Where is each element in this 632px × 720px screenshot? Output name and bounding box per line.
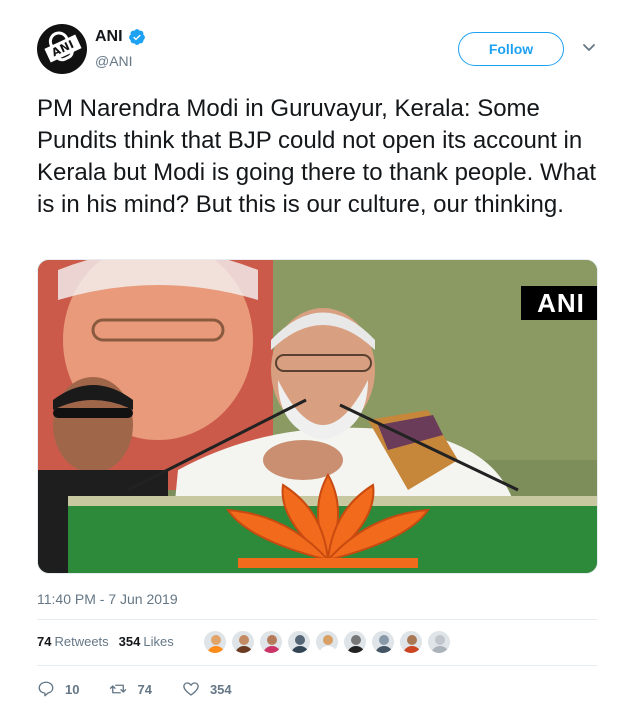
retweet-count: 74 [137, 681, 152, 697]
liker-avatar[interactable] [315, 630, 339, 654]
chevron-down-icon[interactable] [582, 40, 596, 54]
liker-avatar[interactable] [343, 630, 367, 654]
retweets-stat-label: Retweets [54, 634, 109, 649]
media-watermark: ANI [521, 286, 597, 320]
retweets-stat[interactable]: 74 Retweets [37, 634, 109, 649]
liker-avatars [203, 630, 455, 654]
tweet-timestamp[interactable]: 11:40 PM - 7 Jun 2019 [37, 591, 178, 607]
divider [37, 665, 597, 666]
follow-button[interactable]: Follow [458, 32, 564, 66]
tweet-media-image[interactable]: ANI [37, 259, 598, 574]
account-display-name[interactable]: ANI [95, 28, 123, 46]
account-name-row: ANI [95, 28, 146, 46]
liker-avatar[interactable] [203, 630, 227, 654]
reply-button[interactable]: 10 [37, 680, 79, 698]
engagement-stats: 74 Retweets 354 Likes [37, 634, 184, 649]
liker-avatar[interactable] [427, 630, 451, 654]
account-avatar[interactable]: ANI [37, 24, 87, 74]
liker-avatar[interactable] [231, 630, 255, 654]
account-handle[interactable]: @ANI [95, 53, 133, 69]
divider [37, 619, 597, 620]
like-button[interactable]: 354 [182, 680, 232, 698]
tweet-text: PM Narendra Modi in Guruvayur, Kerala: S… [37, 95, 597, 218]
tweet-actions: 10 74 354 [37, 680, 262, 698]
likes-stat-count: 354 [118, 634, 141, 649]
verified-badge-icon [128, 29, 145, 45]
retweet-icon [110, 684, 127, 694]
likes-stat-label: Likes [143, 634, 174, 649]
liker-avatar[interactable] [371, 630, 395, 654]
retweets-stat-count: 74 [37, 634, 52, 649]
speech-photo-illustration [38, 260, 597, 573]
reply-icon [38, 681, 54, 697]
reply-count: 10 [65, 681, 80, 697]
retweet-button[interactable]: 74 [109, 680, 152, 698]
like-count: 354 [209, 681, 232, 697]
liker-avatar[interactable] [287, 630, 311, 654]
liker-avatar[interactable] [399, 630, 423, 654]
liker-avatar[interactable] [259, 630, 283, 654]
likes-stat[interactable]: 354 Likes [119, 634, 174, 649]
heart-icon [183, 682, 199, 696]
tweet-card: ANI ANI @ANI Follow PM Narendra Modi in … [0, 0, 632, 720]
